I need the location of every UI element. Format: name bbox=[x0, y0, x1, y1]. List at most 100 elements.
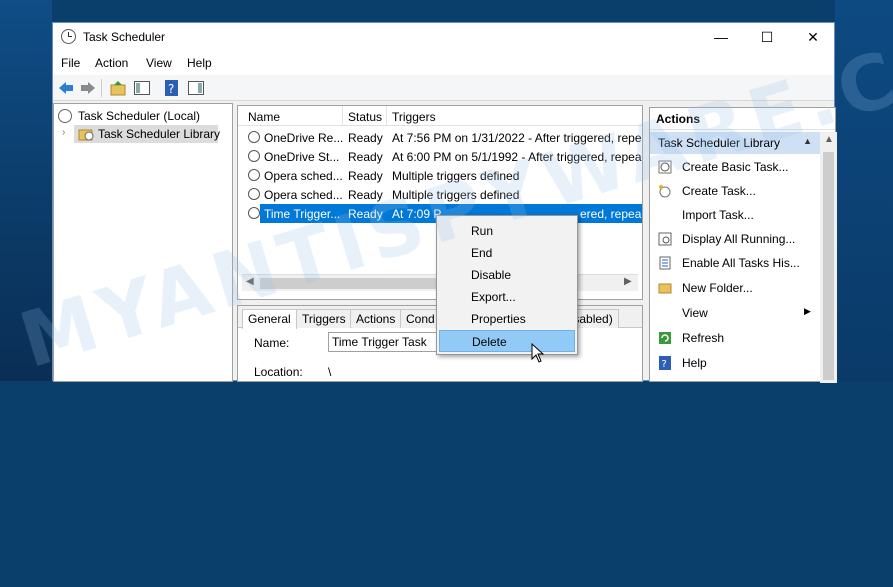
action-refresh[interactable]: Refresh bbox=[650, 326, 820, 350]
action-import-task[interactable]: Import Task... bbox=[650, 203, 820, 227]
column-separator[interactable] bbox=[342, 106, 343, 126]
maximize-button[interactable]: ☐ bbox=[744, 23, 790, 51]
context-menu: Run End Disable Export... Properties Del… bbox=[436, 215, 578, 355]
action-help[interactable]: ? Help bbox=[650, 351, 820, 375]
task-triggers: Multiple triggers defined bbox=[392, 188, 520, 202]
minimize-button[interactable]: — bbox=[698, 23, 744, 51]
window-title: Task Scheduler bbox=[83, 30, 166, 44]
context-menu-run[interactable]: Run bbox=[439, 220, 575, 242]
tree-item-library-label: Task Scheduler Library bbox=[98, 127, 221, 141]
tree-item-library[interactable]: › Task Scheduler Library bbox=[54, 125, 232, 143]
console-tree: Task Scheduler (Local) › Task Scheduler … bbox=[53, 103, 233, 382]
task-triggers: Multiple triggers defined bbox=[392, 169, 520, 183]
action-label: Help bbox=[682, 356, 707, 370]
context-menu-delete[interactable]: Delete bbox=[439, 330, 575, 352]
menu-file[interactable]: File bbox=[61, 56, 80, 70]
action-enable-history[interactable]: Enable All Tasks His... bbox=[650, 251, 820, 275]
tab-conditions[interactable]: Cond bbox=[400, 309, 441, 328]
task-list-header: Name Status Triggers bbox=[238, 106, 642, 126]
context-menu-end[interactable]: End bbox=[439, 242, 575, 264]
context-menu-properties[interactable]: Properties bbox=[439, 308, 575, 330]
action-label: View bbox=[682, 306, 708, 320]
location-label: Location: bbox=[254, 365, 303, 379]
column-triggers[interactable]: Triggers bbox=[392, 110, 436, 124]
back-arrow-icon[interactable] bbox=[57, 79, 75, 97]
desktop-background-right bbox=[835, 0, 893, 381]
show-hide-action-pane-icon[interactable] bbox=[187, 79, 205, 97]
actions-group-label: Task Scheduler Library bbox=[658, 136, 781, 150]
location-value: \ bbox=[328, 365, 332, 379]
tab-general[interactable]: General bbox=[242, 309, 297, 329]
actions-header: Actions bbox=[650, 108, 835, 130]
table-row[interactable]: OneDrive St... Ready At 6:00 PM on 5/1/1… bbox=[238, 147, 642, 166]
task-name: Opera sched... bbox=[264, 169, 343, 183]
action-create-basic-task[interactable]: Create Basic Task... bbox=[650, 155, 820, 179]
submenu-arrow-icon: ▶ bbox=[804, 306, 811, 316]
menu-view[interactable]: View bbox=[146, 56, 172, 70]
scroll-right-icon[interactable]: ▶ bbox=[624, 276, 632, 287]
action-label: Refresh bbox=[682, 331, 725, 345]
menu-bar: File Action View Help bbox=[53, 51, 834, 75]
create-task-icon bbox=[659, 185, 671, 198]
vertical-scrollbar[interactable]: ▲ bbox=[820, 132, 837, 383]
clock-icon bbox=[248, 131, 260, 143]
table-row[interactable]: OneDrive Re... Ready At 7:56 PM on 1/31/… bbox=[238, 128, 642, 147]
svg-text:?: ? bbox=[662, 359, 667, 370]
action-label: Create Basic Task... bbox=[682, 160, 789, 174]
tree-item-local-label: Task Scheduler (Local) bbox=[78, 109, 201, 123]
desktop-background-left bbox=[0, 0, 52, 381]
action-display-running[interactable]: Display All Running... bbox=[650, 227, 820, 251]
expand-chevron-icon[interactable]: › bbox=[62, 127, 65, 138]
collapse-arrow-icon[interactable]: ▲ bbox=[803, 136, 812, 146]
action-label: New Folder... bbox=[682, 281, 753, 295]
action-label: Enable All Tasks His... bbox=[682, 256, 800, 270]
tree-item-local[interactable]: Task Scheduler (Local) bbox=[54, 107, 232, 125]
tab-actions[interactable]: Actions bbox=[350, 309, 402, 328]
show-hide-tree-icon[interactable] bbox=[133, 79, 151, 97]
clock-icon bbox=[61, 29, 76, 44]
toolbar: ? bbox=[53, 75, 834, 101]
title-bar[interactable]: Task Scheduler — ☐ ✕ bbox=[53, 23, 834, 51]
clock-icon bbox=[248, 150, 260, 162]
task-status: Ready bbox=[348, 188, 383, 202]
mouse-cursor-icon bbox=[531, 343, 545, 363]
task-name: OneDrive St... bbox=[264, 150, 340, 164]
name-label: Name: bbox=[254, 336, 290, 350]
action-create-task[interactable]: Create Task... bbox=[650, 179, 820, 203]
menu-help[interactable]: Help bbox=[187, 56, 212, 70]
help-icon: ? bbox=[659, 356, 671, 370]
forward-arrow-icon[interactable] bbox=[79, 79, 97, 97]
task-triggers: At 7:56 PM on 1/31/2022 - After triggere… bbox=[392, 131, 642, 145]
scroll-left-icon[interactable]: ◀ bbox=[246, 276, 254, 287]
menu-action[interactable]: Action bbox=[95, 56, 128, 70]
name-field[interactable]: Time Trigger Task bbox=[328, 332, 438, 352]
enable-history-icon bbox=[659, 256, 671, 270]
actions-group-library[interactable]: Task Scheduler Library ▲ bbox=[650, 132, 820, 154]
table-row[interactable]: Opera sched... Ready Multiple triggers d… bbox=[238, 185, 642, 204]
scrollbar-thumb[interactable] bbox=[823, 152, 834, 380]
close-button[interactable]: ✕ bbox=[790, 23, 836, 51]
clock-icon bbox=[248, 188, 260, 200]
column-name[interactable]: Name bbox=[248, 110, 280, 124]
create-basic-task-icon bbox=[658, 160, 672, 174]
scroll-up-icon[interactable]: ▲ bbox=[824, 134, 834, 145]
table-row[interactable]: Opera sched... Ready Multiple triggers d… bbox=[238, 166, 642, 185]
column-separator[interactable] bbox=[386, 106, 387, 126]
context-menu-disable[interactable]: Disable bbox=[439, 264, 575, 286]
clock-icon bbox=[248, 169, 260, 181]
folder-clock-icon bbox=[78, 129, 94, 141]
tab-triggers[interactable]: Triggers bbox=[296, 309, 352, 328]
action-new-folder[interactable]: New Folder... bbox=[650, 276, 820, 300]
clock-icon bbox=[248, 207, 260, 219]
folder-up-icon[interactable] bbox=[109, 79, 127, 97]
column-status[interactable]: Status bbox=[348, 110, 382, 124]
task-name: OneDrive Re... bbox=[264, 131, 344, 145]
svg-text:?: ? bbox=[168, 82, 174, 96]
context-menu-export[interactable]: Export... bbox=[439, 286, 575, 308]
help-icon[interactable]: ? bbox=[163, 79, 181, 97]
new-folder-icon bbox=[658, 283, 672, 294]
task-triggers-tail: ered, repea bbox=[580, 207, 642, 221]
refresh-icon bbox=[659, 332, 671, 344]
action-view[interactable]: View ▶ bbox=[650, 301, 820, 325]
clock-icon bbox=[58, 109, 72, 123]
